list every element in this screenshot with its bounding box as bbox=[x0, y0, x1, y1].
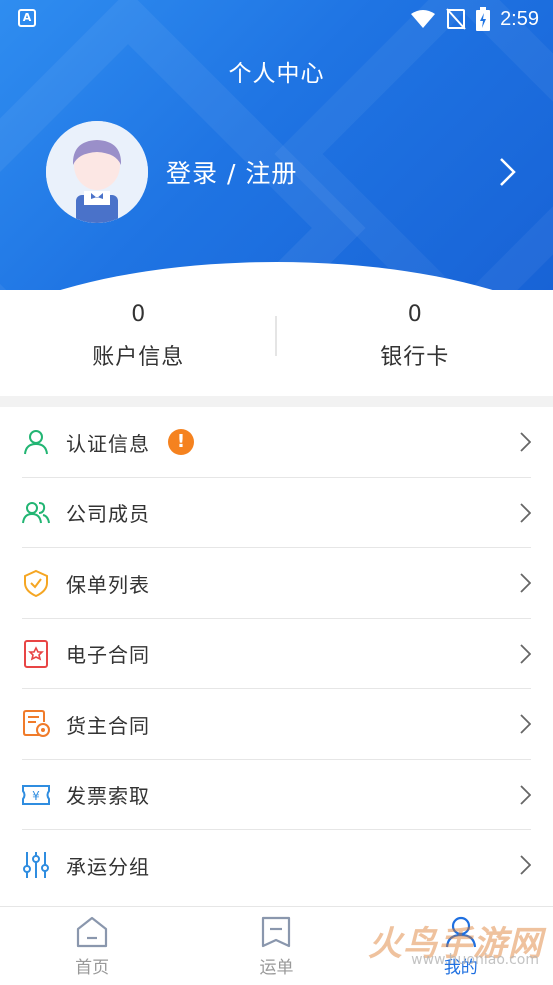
menu-label: 公司成员 bbox=[66, 498, 150, 527]
status-bar: A 2:59 bbox=[0, 0, 553, 38]
bank-card-value: 0 bbox=[277, 302, 553, 327]
page-title: 个人中心 bbox=[0, 54, 553, 88]
bank-card-stat[interactable]: 0 银行卡 bbox=[277, 290, 553, 396]
tab-home[interactable]: 首页 bbox=[0, 907, 184, 985]
app-notification-icon: A bbox=[18, 9, 36, 27]
account-info-stat[interactable]: 0 账户信息 bbox=[0, 290, 277, 396]
chevron-right-icon bbox=[520, 714, 531, 734]
menu-label: 发票索取 bbox=[66, 780, 150, 809]
waybill-icon bbox=[259, 915, 293, 949]
battery-charging-icon bbox=[476, 7, 490, 31]
menu-item-policy-list[interactable]: 保单列表 bbox=[0, 548, 553, 619]
settings-menu: 认证信息 ! 公司成员 保单列表 电子合同 bbox=[0, 407, 553, 901]
menu-item-e-contract[interactable]: 电子合同 bbox=[0, 619, 553, 690]
warning-badge: ! bbox=[168, 429, 194, 455]
account-info-label: 账户信息 bbox=[0, 339, 277, 371]
default-avatar-icon bbox=[46, 121, 148, 223]
avatar[interactable] bbox=[46, 121, 148, 223]
document-seal-icon bbox=[22, 710, 50, 738]
menu-item-invoice-request[interactable]: ¥ 发票索取 bbox=[0, 760, 553, 831]
chevron-right-icon bbox=[520, 432, 531, 452]
sliders-icon bbox=[22, 851, 50, 879]
clock: 2:59 bbox=[500, 8, 539, 31]
menu-item-shipper-contract[interactable]: 货主合同 bbox=[0, 689, 553, 760]
account-stats: 0 账户信息 0 银行卡 bbox=[0, 290, 553, 396]
chevron-right-icon bbox=[520, 785, 531, 805]
home-icon bbox=[75, 915, 109, 949]
menu-label: 保单列表 bbox=[66, 569, 150, 598]
user-verify-icon bbox=[22, 428, 50, 456]
group-icon bbox=[22, 499, 50, 527]
menu-label: 货主合同 bbox=[66, 710, 150, 739]
login-register-label[interactable]: 登录 / 注册 bbox=[166, 154, 498, 190]
profile-header: A 2:59 个人中心 bbox=[0, 0, 553, 290]
tab-label: 运单 bbox=[184, 953, 368, 978]
menu-item-company-members[interactable]: 公司成员 bbox=[0, 478, 553, 549]
menu-label: 承运分组 bbox=[66, 851, 150, 880]
chevron-right-icon bbox=[520, 573, 531, 593]
bank-card-label: 银行卡 bbox=[277, 339, 553, 371]
no-signal-icon bbox=[446, 8, 466, 30]
watermark-logo: www.huoniao.com bbox=[411, 952, 539, 968]
section-divider bbox=[0, 396, 553, 407]
contract-icon bbox=[22, 640, 50, 668]
menu-item-verification[interactable]: 认证信息 ! bbox=[0, 407, 553, 478]
svg-text:¥: ¥ bbox=[32, 789, 40, 803]
chevron-right-icon bbox=[520, 503, 531, 523]
menu-label: 电子合同 bbox=[66, 639, 150, 668]
invoice-icon: ¥ bbox=[22, 781, 50, 809]
login-register-row[interactable]: 登录 / 注册 bbox=[46, 120, 516, 224]
chevron-right-icon bbox=[520, 855, 531, 875]
tab-waybill[interactable]: 运单 bbox=[184, 907, 368, 985]
account-info-value: 0 bbox=[0, 302, 277, 327]
chevron-right-icon[interactable] bbox=[498, 157, 516, 187]
shield-check-icon bbox=[22, 569, 50, 597]
chevron-right-icon bbox=[520, 644, 531, 664]
wifi-icon bbox=[410, 9, 436, 29]
menu-item-carrier-group[interactable]: 承运分组 bbox=[0, 830, 553, 901]
tab-label: 首页 bbox=[0, 953, 184, 978]
menu-label: 认证信息 bbox=[66, 428, 150, 457]
